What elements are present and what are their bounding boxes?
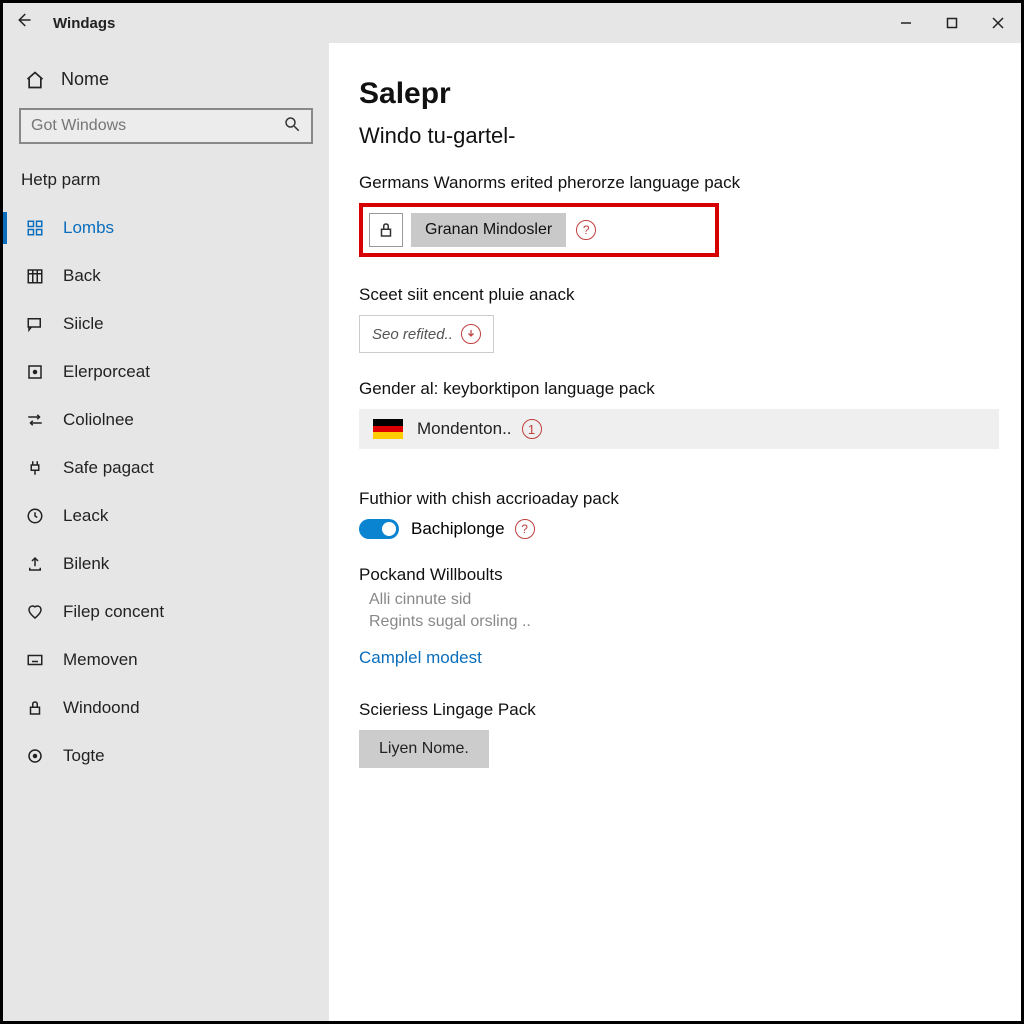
keyboard-icon <box>23 651 47 669</box>
search-box[interactable] <box>19 108 313 144</box>
square-dot-icon <box>23 363 47 381</box>
sidebar-item-label: Elerporceat <box>63 362 150 382</box>
sidebar-item-coliolnee[interactable]: Coliolnee <box>3 396 329 444</box>
window-title: Windags <box>53 15 115 32</box>
sidebar-item-label: Filep concent <box>63 602 164 622</box>
sidebar-item-filep-concent[interactable]: Filep concent <box>3 588 329 636</box>
search-input[interactable] <box>31 117 283 135</box>
flag-de-icon <box>373 419 403 439</box>
chat-icon <box>23 315 47 333</box>
badge-icon: 1 <box>522 419 542 439</box>
calendar-icon <box>23 267 47 285</box>
lock-icon <box>369 213 403 247</box>
upload-icon <box>23 555 47 573</box>
sidebar-item-leack[interactable]: Leack <box>3 492 329 540</box>
sidebar-item-label: Togte <box>63 746 105 766</box>
grid-icon <box>23 219 47 237</box>
sidebar-item-windoond[interactable]: Windoond <box>3 684 329 732</box>
close-button[interactable] <box>975 3 1021 43</box>
heart-icon <box>23 603 47 621</box>
main-content: Salepr Windo tu-gartel- Germans Wanorms … <box>329 43 1021 1021</box>
sidebar-item-siicle[interactable]: Siicle <box>3 300 329 348</box>
section5-line1: Alli cinnute sid <box>369 589 1001 611</box>
sidebar-item-label: Siicle <box>63 314 104 334</box>
camplel-link[interactable]: Camplel modest <box>359 648 482 668</box>
sidebar-item-safe-pagact[interactable]: Safe pagact <box>3 444 329 492</box>
related-label: Seo refited.. <box>372 326 453 343</box>
sidebar-item-elerporceat[interactable]: Elerporceat <box>3 348 329 396</box>
maximize-button[interactable] <box>929 3 975 43</box>
plug-icon <box>23 459 47 477</box>
section6-title: Scieriess Lingage Pack <box>359 700 1001 720</box>
highlighted-button[interactable]: Granan Mindosler <box>411 213 566 247</box>
back-button[interactable] <box>3 11 43 35</box>
sidebar-item-label: Safe pagact <box>63 458 154 478</box>
sidebar-section-header: Hetp parm <box>3 162 329 204</box>
sidebar-item-label: Windoond <box>63 698 140 718</box>
download-icon <box>461 324 481 344</box>
section1-heading: Germans Wanorms erited pherorze language… <box>359 173 1001 193</box>
page-title: Salepr <box>359 77 1001 111</box>
sidebar-item-label: Leack <box>63 506 108 526</box>
sidebar-item-memoven[interactable]: Memoven <box>3 636 329 684</box>
section5-line2: Regints sugal orsling .. <box>369 611 1001 633</box>
home-label: Nome <box>61 69 109 90</box>
sidebar-item-bilenk[interactable]: Bilenk <box>3 540 329 588</box>
section4-heading: Futhior with chish accrioaday pack <box>359 489 1001 509</box>
clock-icon <box>23 507 47 525</box>
related-item[interactable]: Seo refited.. <box>359 315 494 353</box>
section5-title: Pockand Willboults <box>359 565 1001 585</box>
search-icon <box>283 115 301 138</box>
minimize-button[interactable] <box>883 3 929 43</box>
highlighted-language-item[interactable]: Granan Mindosler ? <box>359 203 719 257</box>
help-icon[interactable]: ? <box>515 519 535 539</box>
sidebar-item-togte[interactable]: Togte <box>3 732 329 780</box>
sidebar-item-label: Back <box>63 266 101 286</box>
sidebar-item-back[interactable]: Back <box>3 252 329 300</box>
target-icon <box>23 747 47 765</box>
sidebar-item-label: Coliolnee <box>63 410 134 430</box>
liyen-button[interactable]: Liyen Nome. <box>359 730 489 768</box>
sidebar-item-label: Lombs <box>63 218 114 238</box>
toggle-switch[interactable] <box>359 519 399 539</box>
home-icon <box>23 70 47 90</box>
help-icon[interactable]: ? <box>576 220 596 240</box>
sidebar-item-label: Bilenk <box>63 554 109 574</box>
sidebar-item-lombs[interactable]: Lombs <box>3 204 329 252</box>
language-name: Mondenton.. <box>417 419 512 439</box>
section3-heading: Gender al: keyborktipon language pack <box>359 379 1001 399</box>
keyboard-language-row[interactable]: Mondenton.. 1 <box>359 409 999 449</box>
page-subtitle: Windo tu-gartel- <box>359 123 1001 149</box>
home-button[interactable]: Nome <box>3 63 329 100</box>
toggle-label: Bachiplonge <box>411 519 505 539</box>
sidebar-item-label: Memoven <box>63 650 138 670</box>
section2-heading: Sceet siit encent pluie anack <box>359 285 1001 305</box>
arrows-icon <box>23 411 47 429</box>
lock-icon <box>23 699 47 717</box>
sidebar: Nome Hetp parm Lombs Back Siicle <box>3 43 329 1021</box>
